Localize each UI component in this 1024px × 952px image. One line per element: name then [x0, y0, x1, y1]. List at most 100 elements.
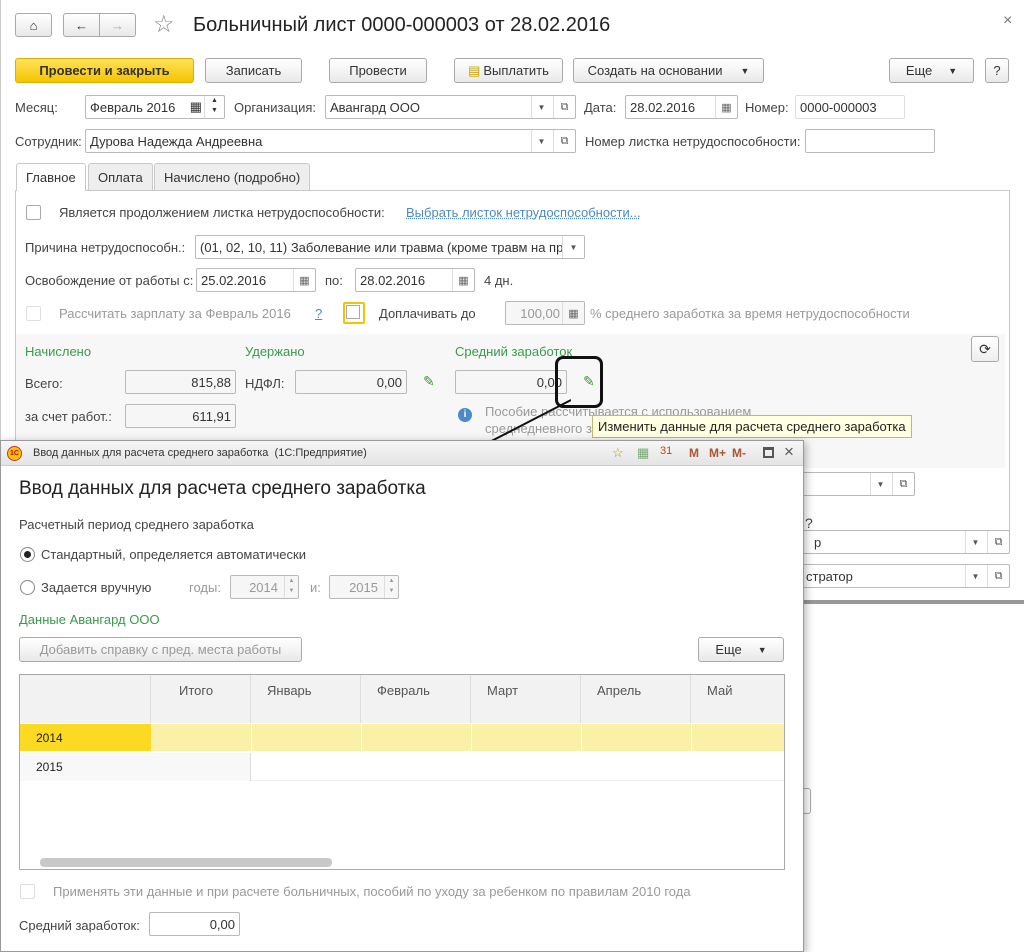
release-to-field[interactable]: 28.02.2016 ▦	[355, 268, 475, 292]
horizontal-scrollbar[interactable]	[40, 858, 332, 867]
release-label: Освобождение от работы с:	[25, 273, 194, 288]
year-stepper[interactable]: ▲ ▼	[384, 576, 398, 598]
open-icon[interactable]: ⧉	[987, 531, 1009, 553]
tab-main[interactable]: Главное	[16, 163, 86, 191]
month-field[interactable]: Февраль 2016 ▦ ▲ ▼	[85, 95, 225, 119]
organization-field[interactable]: Авангард ООО ▼ ⧉	[325, 95, 576, 119]
maximize-icon[interactable]	[763, 447, 774, 458]
column-header-march[interactable]: Март	[471, 675, 581, 723]
month-label: Месяц:	[15, 100, 58, 115]
open-icon[interactable]: ⧉	[553, 96, 575, 118]
radio-manual-label: Задается вручную	[41, 580, 152, 595]
calculator-icon[interactable]: ▦	[637, 445, 649, 461]
tab-payment[interactable]: Оплата	[88, 163, 153, 190]
home-icon: ⌂	[29, 17, 38, 33]
background-value-b: стратор	[806, 568, 853, 584]
apply-checkbox[interactable]	[20, 884, 35, 899]
period-label: Расчетный период среднего заработка	[19, 517, 254, 532]
post-button[interactable]: Провести	[329, 58, 427, 83]
memory-m-button[interactable]: M	[689, 446, 699, 460]
more-label: Еще	[905, 63, 933, 78]
column-header-total[interactable]: Итого	[151, 675, 251, 723]
year-to-field[interactable]: 2015 ▲ ▼	[329, 575, 399, 599]
create-based-label: Создать на основании	[587, 63, 723, 78]
release-from-value: 25.02.2016	[201, 272, 267, 288]
dropdown-icon[interactable]: ▼	[531, 130, 551, 152]
table-row[interactable]: 2014	[20, 724, 784, 751]
open-icon[interactable]: ⧉	[553, 130, 575, 152]
open-icon[interactable]: ⧉	[892, 473, 914, 495]
info-icon: i	[458, 408, 472, 422]
topup-field[interactable]: 100,00 ▦	[505, 301, 585, 325]
dialog-more-button[interactable]: Еще ▼	[698, 637, 784, 662]
cell-divider	[581, 724, 582, 751]
year-stepper[interactable]: ▲ ▼	[284, 576, 298, 598]
home-button[interactable]: ⌂	[15, 13, 52, 37]
date-field[interactable]: 28.02.2016 ▦	[625, 95, 738, 119]
pencil-icon[interactable]: ✎	[423, 373, 435, 390]
table-row[interactable]: 2015	[20, 753, 784, 781]
date-value: 28.02.2016	[630, 99, 696, 115]
dropdown-icon[interactable]: ▼	[870, 473, 890, 495]
memory-minus-button[interactable]: M-	[732, 446, 746, 460]
avg-earnings-field[interactable]: 0,00	[149, 912, 240, 936]
favorite-star-icon[interactable]: ☆	[153, 10, 175, 39]
calculator-icon[interactable]: ▦	[562, 302, 584, 324]
help-button[interactable]: ?	[985, 58, 1009, 83]
calendar-icon[interactable]: ▦	[190, 99, 202, 115]
radio-manual[interactable]	[20, 580, 35, 595]
calendar-icon[interactable]: 31	[660, 445, 672, 457]
arrow-left-icon: ←	[75, 17, 88, 33]
more-button[interactable]: Еще ▼	[889, 58, 974, 83]
column-header-january[interactable]: Январь	[251, 675, 361, 723]
continuation-checkbox[interactable]	[26, 205, 41, 220]
close-icon[interactable]: ×	[1003, 12, 1012, 30]
calc-salary-checkbox[interactable]	[26, 306, 41, 321]
employee-field[interactable]: Дурова Надежда Андреевна ▼ ⧉	[85, 129, 576, 153]
column-header-april[interactable]: Апрель	[581, 675, 691, 723]
dropdown-icon[interactable]: ▼	[965, 565, 985, 587]
and-label: и:	[310, 580, 321, 595]
calendar-icon[interactable]: ▦	[715, 96, 737, 118]
calendar-icon[interactable]: ▦	[293, 269, 315, 291]
tab-accrued-detailed[interactable]: Начислено (подробно)	[154, 163, 311, 190]
add-certificate-button[interactable]: Добавить справку с пред. места работы	[19, 637, 302, 662]
radio-standard[interactable]	[20, 547, 35, 562]
memory-plus-button[interactable]: M+	[709, 446, 726, 460]
month-stepper[interactable]: ▲ ▼	[204, 96, 224, 118]
year-from-field[interactable]: 2014 ▲ ▼	[230, 575, 299, 599]
open-icon[interactable]: ⧉	[987, 565, 1009, 587]
close-icon[interactable]: ×	[784, 442, 794, 462]
post-and-close-button[interactable]: Провести и закрыть	[15, 58, 194, 83]
dropdown-icon[interactable]: ▼	[562, 236, 584, 258]
select-sheet-link[interactable]: Выбрать листок нетрудоспособности...	[406, 205, 641, 220]
chevron-down-icon: ▼	[757, 644, 767, 655]
column-header-february[interactable]: Февраль	[361, 675, 471, 723]
favorite-icon[interactable]: ☆	[612, 445, 624, 461]
dropdown-icon[interactable]: ▼	[531, 96, 551, 118]
sick-number-field[interactable]	[805, 129, 935, 153]
calendar-icon[interactable]: ▦	[452, 269, 474, 291]
pay-button[interactable]: ▤ Выплатить	[454, 58, 563, 83]
dropdown-icon[interactable]: ▼	[965, 531, 985, 553]
employee-label: Сотрудник:	[15, 134, 82, 149]
forward-button[interactable]: →	[99, 13, 136, 37]
total-field: 815,88	[125, 370, 236, 394]
release-from-field[interactable]: 25.02.2016 ▦	[196, 268, 316, 292]
refresh-button[interactable]: ⟳	[971, 336, 999, 362]
topup-checkbox[interactable]	[343, 302, 365, 324]
save-button[interactable]: Записать	[205, 58, 302, 83]
create-based-button[interactable]: Создать на основании ▼	[573, 58, 764, 83]
number-field[interactable]: 0000-000003	[795, 95, 905, 119]
reason-field[interactable]: (01, 02, 10, 11) Заболевание или травма …	[195, 235, 585, 259]
cell-divider	[251, 724, 252, 751]
help-link[interactable]: ?	[315, 306, 322, 321]
back-button[interactable]: ←	[63, 13, 100, 37]
background-dropdown-2[interactable]: р ▼ ⧉	[791, 530, 1010, 554]
background-dropdown-3[interactable]: стратор ▼ ⧉	[791, 564, 1010, 588]
background-dropdown-1[interactable]: ▼ ⧉	[791, 472, 915, 496]
year-to-value: 2015	[349, 579, 378, 595]
edit-avg-pencil-icon[interactable]: ✎	[583, 373, 595, 390]
earnings-table: Итого Январь Февраль Март Апрель Май 201…	[19, 674, 785, 870]
column-header-may[interactable]: Май	[691, 675, 784, 723]
